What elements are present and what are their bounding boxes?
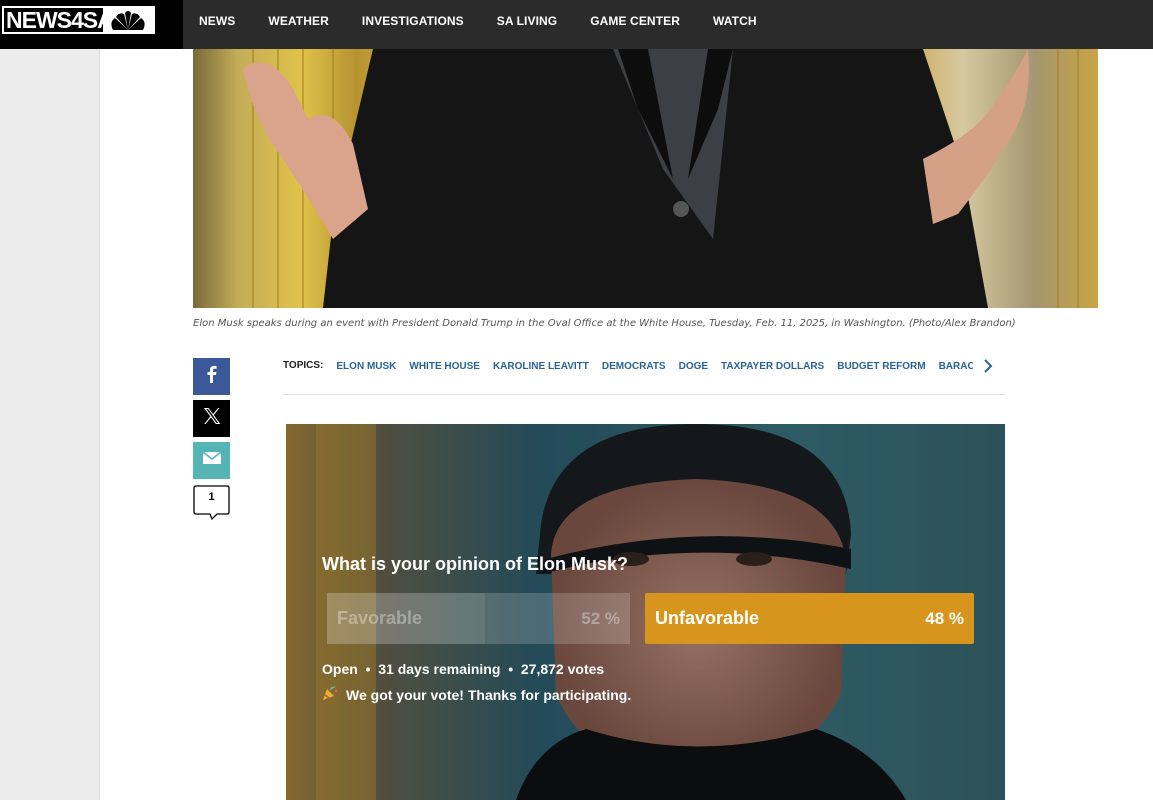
facebook-icon: [202, 364, 222, 389]
topic-link[interactable]: KAROLINE LEAVITT: [493, 361, 589, 372]
comments-button[interactable]: 1: [193, 485, 230, 521]
topics-bar: TOPICS: ELON MUSK WHITE HOUSE KAROLINE L…: [283, 359, 1005, 395]
poll-votes: 27,872 votes: [520, 661, 605, 677]
x-icon: [202, 406, 222, 431]
topic-link[interactable]: DEMOCRATS: [602, 361, 666, 372]
nav-watch[interactable]: WATCH: [713, 14, 757, 28]
main-nav: NEWS WEATHER INVESTIGATIONS SA LIVING GA…: [199, 0, 790, 42]
poll-thanks-text: We got your vote! Thanks for participati…: [346, 686, 632, 703]
topic-link[interactable]: TAXPAYER DOLLARS: [721, 361, 824, 372]
poll-status: Open: [322, 661, 358, 677]
nav-weather[interactable]: WEATHER: [268, 14, 328, 28]
topic-link[interactable]: WHITE HOUSE: [409, 361, 480, 372]
poll-option-percent: 48 %: [925, 608, 964, 628]
meta-separator: •: [361, 661, 375, 677]
meta-separator: •: [504, 661, 517, 677]
party-popper-icon: [322, 685, 338, 704]
poll-widget: What is your opinion of Elon Musk? Favor…: [286, 424, 1005, 800]
poll-option-favorable[interactable]: Favorable 52 %: [327, 593, 630, 644]
share-email-button[interactable]: [193, 442, 230, 479]
site-logo[interactable]: NEWS4SA: [0, 0, 183, 49]
poll-question: What is your opinion of Elon Musk?: [322, 554, 628, 574]
topic-link[interactable]: ELON MUSK: [336, 361, 396, 372]
email-icon: [202, 450, 222, 471]
nav-game-center[interactable]: GAME CENTER: [590, 14, 680, 28]
logo-box: NEWS4SA: [2, 6, 155, 34]
poll-option-unfavorable[interactable]: Unfavorable 48 %: [645, 593, 974, 644]
topic-link[interactable]: BUDGET REFORM: [837, 361, 925, 372]
article-hero-image: [193, 49, 1098, 308]
chevron-right-icon[interactable]: [983, 359, 993, 378]
topics-label: TOPICS:: [283, 360, 324, 371]
site-header: NEWS4SA NEWS WEATHER INVESTIGATIONS SA L…: [0, 0, 1153, 49]
left-gutter: [0, 49, 100, 800]
nav-investigations[interactable]: INVESTIGATIONS: [362, 14, 464, 28]
share-x-button[interactable]: [193, 400, 230, 437]
nav-news[interactable]: NEWS: [199, 14, 235, 28]
poll-remaining: 31 days remaining: [378, 661, 501, 677]
poll-option-label: Unfavorable: [655, 608, 760, 628]
image-caption: Elon Musk speaks during an event with Pr…: [193, 318, 1016, 329]
poll-thanks-message: We got your vote! Thanks for participati…: [322, 685, 631, 704]
comment-count: 1: [208, 491, 215, 503]
topics-list: ELON MUSK WHITE HOUSE KAROLINE LEAVITT D…: [336, 359, 973, 372]
peacock-logo-icon: [103, 8, 153, 32]
nav-sa-living[interactable]: SA LIVING: [497, 14, 557, 28]
poll-meta: Open • 31 days remaining • 27,872 votes: [322, 661, 604, 677]
poll-option-percent: 52 %: [581, 608, 620, 628]
logo-text: NEWS4SA: [6, 7, 114, 33]
share-facebook-button[interactable]: [193, 358, 230, 395]
poll-option-label: Favorable: [337, 608, 423, 628]
comment-icon: [193, 485, 230, 525]
topic-link[interactable]: DOGE: [679, 361, 708, 372]
topic-link[interactable]: BARACK: [939, 361, 974, 372]
